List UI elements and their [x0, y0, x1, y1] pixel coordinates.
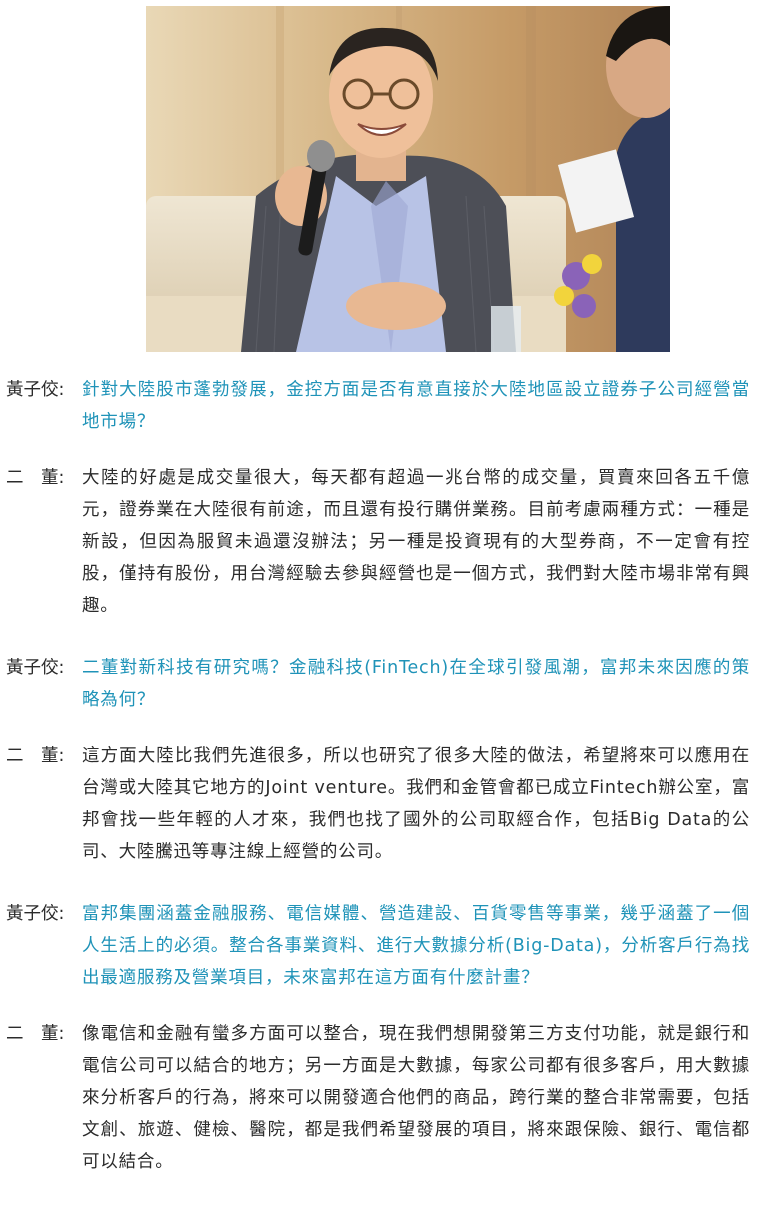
- photo-illustration: [146, 6, 670, 352]
- question-entry: 黃子佼: 針對大陸股市蓬勃發展，金控方面是否有意直接於大陸地區設立證券子公司經營…: [0, 374, 757, 438]
- interview-dialogue: 黃子佼: 針對大陸股市蓬勃發展，金控方面是否有意直接於大陸地區設立證券子公司經營…: [0, 374, 757, 1208]
- speaker-label: 黃子佼:: [6, 658, 65, 678]
- question-entry: 黃子佼: 富邦集團涵蓋金融服務、電信媒體、營造建設、百貨零售等事業，幾乎涵蓋了一…: [0, 898, 757, 994]
- speaker-label: 二 董:: [6, 746, 65, 766]
- question-text: 二董對新科技有研究嗎？金融科技(FinTech)在全球引發風潮，富邦未來因應的策…: [82, 658, 750, 710]
- answer-text: 像電信和金融有蠻多方面可以整合，現在我們想開發第三方支付功能，就是銀行和電信公司…: [82, 1024, 750, 1172]
- answer-entry: 二 董: 大陸的好處是成交量很大，每天都有超過一兆台幣的成交量，買賣來回各五千億…: [0, 462, 757, 622]
- interview-photo: [146, 6, 670, 352]
- speaker-label: 黃子佼:: [6, 904, 65, 924]
- answer-entry: 二 董: 這方面大陸比我們先進很多，所以也研究了很多大陸的做法，希望將來可以應用…: [0, 740, 757, 868]
- speaker-label: 二 董:: [6, 468, 65, 488]
- question-entry: 黃子佼: 二董對新科技有研究嗎？金融科技(FinTech)在全球引發風潮，富邦未…: [0, 652, 757, 716]
- answer-entry: 二 董: 像電信和金融有蠻多方面可以整合，現在我們想開發第三方支付功能，就是銀行…: [0, 1018, 757, 1178]
- question-text: 富邦集團涵蓋金融服務、電信媒體、營造建設、百貨零售等事業，幾乎涵蓋了一個人生活上…: [82, 904, 750, 988]
- speaker-label: 二 董:: [6, 1024, 65, 1044]
- answer-text: 這方面大陸比我們先進很多，所以也研究了很多大陸的做法，希望將來可以應用在台灣或大…: [82, 746, 750, 862]
- answer-text: 大陸的好處是成交量很大，每天都有超過一兆台幣的成交量，買賣來回各五千億元，證券業…: [82, 468, 750, 616]
- question-text: 針對大陸股市蓬勃發展，金控方面是否有意直接於大陸地區設立證券子公司經營當地市場？: [82, 380, 750, 432]
- speaker-label: 黃子佼:: [6, 380, 65, 400]
